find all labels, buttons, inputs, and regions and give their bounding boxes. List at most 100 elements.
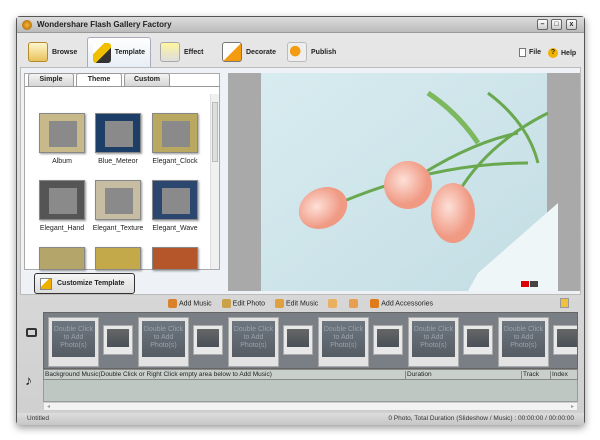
rotate-right-icon[interactable] (349, 298, 359, 308)
app-window: Wondershare Flash Gallery Factory – □ x … (16, 16, 585, 425)
col-track[interactable]: Track (521, 371, 539, 380)
accessories-icon (370, 298, 380, 308)
title-bar: Wondershare Flash Gallery Factory – □ x (17, 17, 584, 33)
transition-slot[interactable] (373, 325, 403, 355)
template-preview (228, 73, 580, 291)
status-duration: 0 Photo, Total Duration (Slideshow / Mus… (388, 415, 574, 422)
effect-button[interactable]: Effect (155, 37, 208, 67)
edit-music-button[interactable]: Edit Music (274, 298, 319, 308)
add-music-label: Add Music (178, 299, 212, 307)
status-project-name: Untitled (27, 415, 50, 422)
template-label: Album (52, 158, 72, 165)
publish-button[interactable]: Publish (282, 37, 341, 67)
music-table-header: Background Music(Double Click or Right C… (43, 369, 578, 380)
close-button[interactable]: x (566, 19, 577, 30)
edit-music-label: Edit Music (285, 299, 319, 307)
window-title: Wondershare Flash Gallery Factory (37, 20, 172, 29)
photo-slot[interactable]: Double Click to Add Photo(s) (228, 317, 279, 367)
slot-text: Double Click to Add Photo(s) (502, 321, 545, 357)
effect-label: Effect (184, 48, 204, 56)
help-menu[interactable]: ? Help (548, 48, 576, 58)
photo-slot[interactable]: Double Click to Add Photo(s) (318, 317, 369, 367)
template-label: Elegant_Hand (39, 225, 85, 232)
transition-slot[interactable] (193, 325, 223, 355)
slot-text: Double Click to Add Photo(s) (412, 321, 455, 357)
storyboard-toolbar: Add Music Edit Photo Edit Music Add Acce… (20, 296, 581, 310)
slot-text: Double Click to Add Photo(s) (52, 321, 95, 357)
template-thumb[interactable] (95, 247, 141, 270)
template-scrollbar[interactable] (210, 94, 219, 269)
template-label: Template (114, 49, 145, 56)
publish-label: Publish (311, 48, 337, 56)
template-thumb-elegant-texture[interactable] (95, 180, 141, 220)
help-icon: ? (548, 48, 558, 58)
filmstrip-icon (26, 328, 37, 337)
app-icon (22, 20, 32, 30)
photo-slot[interactable]: Double Click to Add Photo(s) (498, 317, 549, 367)
template-thumb[interactable] (39, 247, 85, 270)
browse-button[interactable]: Browse (23, 37, 82, 67)
add-accessories-label: Add Accessories (381, 299, 434, 307)
file-label: File (529, 49, 542, 56)
edit-photo-label: Edit Photo (232, 299, 265, 307)
customize-template-button[interactable]: Customize Template (34, 273, 135, 294)
file-icon (519, 48, 526, 57)
photo-slot[interactable]: Double Click to Add Photo(s) (48, 317, 99, 367)
template-button[interactable]: Template (87, 37, 151, 67)
photo-slot[interactable]: Double Click to Add Photo(s) (138, 317, 189, 367)
col-background-music[interactable]: Background Music(Double Click or Right C… (44, 371, 272, 380)
slot-text: Double Click to Add Photo(s) (142, 321, 185, 357)
transition-slot[interactable] (103, 325, 133, 355)
tulip-photo (261, 73, 558, 291)
transition-slot[interactable] (553, 325, 577, 355)
file-menu[interactable]: File (519, 48, 541, 57)
add-music-button[interactable]: Add Music (167, 298, 212, 308)
customize-label: Customize Template (57, 280, 125, 287)
rotate-left-icon[interactable] (328, 298, 338, 308)
edit-photo-button[interactable]: Edit Photo (221, 298, 265, 308)
help-label: Help (561, 49, 577, 57)
music-note-icon: ♪ (25, 372, 32, 388)
edit-music-icon (274, 298, 284, 308)
maximize-button[interactable]: □ (551, 19, 562, 30)
template-thumb-album[interactable] (39, 113, 85, 153)
template-label: Elegant_Texture (92, 225, 144, 232)
browse-label: Browse (52, 48, 78, 56)
publish-icon (287, 42, 307, 62)
tab-theme[interactable]: Theme (76, 73, 122, 87)
edit-photo-icon (221, 298, 231, 308)
tab-simple[interactable]: Simple (28, 73, 74, 86)
storyboard[interactable]: Double Click to Add Photo(s) Double Clic… (43, 312, 578, 369)
transition-slot[interactable] (283, 325, 313, 355)
main-panel: Simple Theme Custom Album Blue_Meteor El… (20, 67, 581, 295)
tab-custom[interactable]: Custom (124, 73, 170, 86)
status-bar: Untitled 0 Photo, Total Duration (Slides… (17, 413, 584, 425)
template-list-pane: Simple Theme Custom Album Blue_Meteor El… (24, 73, 220, 270)
slot-text: Double Click to Add Photo(s) (232, 321, 275, 357)
pencil-text-icon (222, 42, 242, 62)
folder-icon (28, 42, 48, 62)
transition-slot[interactable] (463, 325, 493, 355)
template-thumb-elegant-clock[interactable] (152, 113, 198, 153)
template-label: Elegant_Clock (152, 158, 198, 165)
template-thumb-elegant-hand[interactable] (39, 180, 85, 220)
add-music-icon (167, 298, 177, 308)
slot-text: Double Click to Add Photo(s) (322, 321, 365, 357)
template-icon (93, 42, 111, 63)
template-thumb[interactable] (152, 247, 198, 270)
music-scrollbar[interactable]: ◂ ▸ (43, 402, 578, 411)
decorate-button[interactable]: Decorate (217, 37, 281, 67)
decorate-label: Decorate (246, 48, 276, 56)
col-duration[interactable]: Duration (405, 371, 432, 380)
template-label: Elegant_Wave (152, 225, 198, 232)
add-accessories-button[interactable]: Add Accessories (370, 298, 434, 308)
customize-icon (40, 277, 52, 290)
template-label: Blue_Meteor (98, 158, 138, 165)
template-thumb-blue-meteor[interactable] (95, 113, 141, 153)
music-list-area[interactable] (43, 380, 578, 402)
export-icon[interactable] (560, 298, 569, 308)
photo-slot[interactable]: Double Click to Add Photo(s) (408, 317, 459, 367)
col-index[interactable]: Index (550, 371, 568, 380)
minimize-button[interactable]: – (537, 19, 548, 30)
template-thumb-elegant-wave[interactable] (152, 180, 198, 220)
